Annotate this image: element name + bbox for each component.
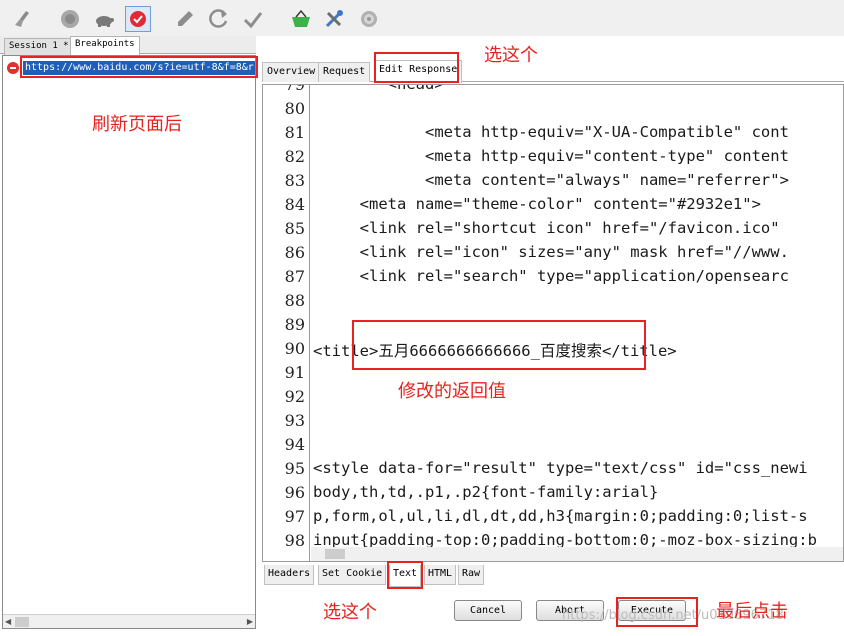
breakpoint-list: https://www.baidu.com/s?ie=utf-8&f=8&r ◀… xyxy=(2,55,256,629)
line-number: 87 xyxy=(284,267,305,286)
line-number: 79 xyxy=(284,84,305,94)
line-number: 95 xyxy=(284,459,305,478)
annotation-refresh-after: 刷新页面后 xyxy=(92,114,182,135)
pencil-icon[interactable] xyxy=(172,6,198,32)
tab-html[interactable]: HTML xyxy=(424,565,457,585)
cancel-button[interactable]: Cancel xyxy=(454,600,522,621)
line-number: 97 xyxy=(284,507,305,526)
response-view-tabs: Headers Set Cookie Text HTML Raw xyxy=(262,565,844,587)
code-line: <meta name="theme-color" content="#2932e… xyxy=(313,195,761,213)
code-line: <meta http-equiv="X-UA-Compatible" cont xyxy=(313,123,789,141)
line-number: 86 xyxy=(284,243,305,262)
horizontal-scrollbar[interactable]: ◀ ▶ xyxy=(3,614,255,628)
stop-circle-icon[interactable] xyxy=(57,6,83,32)
line-number: 84 xyxy=(284,195,305,214)
line-number: 83 xyxy=(284,171,305,190)
breakpoint-icon[interactable] xyxy=(125,6,151,32)
line-number: 89 xyxy=(284,315,305,334)
session-tabs: Session 1 * Breakpoints xyxy=(0,36,256,55)
code-line: <head> xyxy=(313,84,444,93)
scrollbar-thumb[interactable] xyxy=(15,617,29,627)
line-number: 82 xyxy=(284,147,305,166)
broom-icon[interactable] xyxy=(10,6,36,32)
annotation-finally-click: 最后点击 xyxy=(716,601,788,622)
line-number: 93 xyxy=(284,411,305,430)
tab-overview[interactable]: Overview xyxy=(262,62,321,82)
detail-tabs: Overview Request Edit Response xyxy=(262,58,844,83)
tab-edit-response[interactable]: Edit Response xyxy=(374,60,463,83)
code-line: <style data-for="result" type="text/css"… xyxy=(313,459,808,477)
annotation-modified-value: 修改的返回值 xyxy=(398,381,506,402)
line-number: 81 xyxy=(284,123,305,142)
refresh-icon[interactable] xyxy=(206,6,232,32)
gear-icon[interactable] xyxy=(356,6,382,32)
list-item[interactable]: https://www.baidu.com/s?ie=utf-8&f=8&r xyxy=(7,60,255,76)
code-line: <meta content="always" name="referrer"> xyxy=(313,171,789,189)
basket-icon[interactable] xyxy=(288,6,314,32)
line-number: 92 xyxy=(284,387,305,406)
request-url[interactable]: https://www.baidu.com/s?ie=utf-8&f=8&r xyxy=(23,61,255,75)
line-number: 96 xyxy=(284,483,305,502)
breakpoint-stop-icon xyxy=(7,62,19,74)
gutter-divider xyxy=(309,85,310,561)
scrollbar-thumb[interactable] xyxy=(325,549,345,559)
turtle-icon[interactable] xyxy=(91,6,117,32)
tools-icon[interactable] xyxy=(321,6,347,32)
line-number: 90 xyxy=(284,339,305,358)
line-number: 98 xyxy=(284,531,305,550)
line-number: 88 xyxy=(284,291,305,310)
code-line: <link rel="icon" sizes="any" mask href="… xyxy=(313,243,789,261)
tab-text[interactable]: Text xyxy=(389,565,422,587)
tab-set-cookie[interactable]: Set Cookie xyxy=(318,565,387,585)
annotation-select-bottom: 选这个 xyxy=(323,602,377,623)
tab-breakpoints[interactable]: Breakpoints xyxy=(70,36,140,55)
code-line: body,th,td,.p1,.p2{font-family:arial} xyxy=(313,483,659,501)
annotation-select-top: 选这个 xyxy=(484,45,538,66)
code-line: <link rel="search" type="application/ope… xyxy=(313,267,789,285)
scroll-left-icon[interactable]: ◀ xyxy=(5,617,11,626)
tab-headers[interactable]: Headers xyxy=(264,565,315,585)
scroll-right-icon[interactable]: ▶ xyxy=(247,617,253,626)
response-text-editor[interactable]: 79 <head> 80 81 <meta http-equiv="X-UA-C… xyxy=(262,84,844,562)
code-line: <link rel="shortcut icon" href="/favicon… xyxy=(313,219,780,237)
editor-horizontal-scrollbar[interactable] xyxy=(311,547,843,561)
code-line: <meta http-equiv="content-type" content xyxy=(313,147,789,165)
line-number: 94 xyxy=(284,435,305,454)
code-line-title: <title>五月6666666666666_百度搜索</title> xyxy=(313,342,677,360)
line-number: 85 xyxy=(284,219,305,238)
code-line: p,form,ol,ul,li,dl,dt,dd,h3{margin:0;pad… xyxy=(313,507,808,525)
line-number: 91 xyxy=(284,363,305,382)
check-icon[interactable] xyxy=(240,6,266,32)
tab-raw[interactable]: Raw xyxy=(458,565,485,585)
line-number: 80 xyxy=(284,99,305,118)
tab-request[interactable]: Request xyxy=(318,62,371,82)
toolbar xyxy=(0,0,844,36)
tab-session-1[interactable]: Session 1 * xyxy=(4,38,74,55)
